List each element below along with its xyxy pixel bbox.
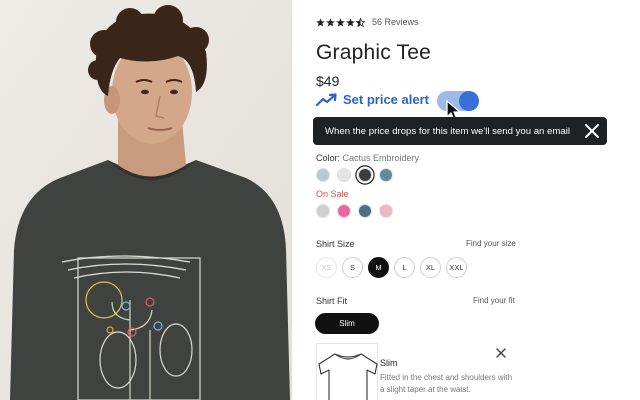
size-option-m[interactable]: M	[368, 257, 389, 278]
color-label-text: Color:	[316, 153, 341, 163]
color-swatch-light-blue[interactable]	[316, 168, 330, 182]
color-value: Cactus Embroidery	[342, 153, 420, 163]
fit-card-title: Slim	[380, 358, 398, 368]
reviews-link[interactable]: 56 Reviews	[372, 17, 419, 27]
close-icon[interactable]	[584, 123, 600, 139]
sale-color-swatches	[316, 204, 393, 218]
fit-label: Shirt Fit	[316, 296, 348, 306]
fit-thumbnail	[316, 343, 378, 400]
rating-summary[interactable]: 56 Reviews	[316, 17, 419, 27]
find-size-link[interactable]: Find your size	[466, 239, 516, 248]
color-swatch-light-grey[interactable]	[337, 168, 351, 182]
product-title: Graphic Tee	[316, 41, 432, 64]
fit-info-card: Slim Fitted in the chest and shoulders w…	[316, 343, 516, 400]
model-illustration	[0, 0, 292, 400]
color-swatch-pink[interactable]	[379, 204, 393, 218]
color-swatch-charcoal[interactable]	[358, 168, 372, 182]
product-photo	[0, 0, 292, 400]
size-option-xl[interactable]: XL	[420, 257, 441, 278]
tshirt-outline-icon	[318, 353, 378, 400]
star-icon	[336, 17, 345, 27]
color-swatch-pink-floral[interactable]	[337, 204, 351, 218]
size-options: XS S M L XL XXL	[316, 257, 467, 278]
fit-card-description: Fitted in the chest and shoulders with a…	[380, 373, 513, 394]
color-label: Color: Cactus Embroidery	[316, 153, 419, 163]
star-icon	[346, 17, 355, 27]
toggle-knob	[459, 91, 479, 111]
rating-stars	[316, 17, 365, 27]
color-swatches	[316, 168, 393, 182]
size-option-s[interactable]: S	[342, 257, 363, 278]
product-price: $49	[316, 73, 340, 89]
trending-up-icon	[316, 92, 337, 106]
color-swatch-blue-print[interactable]	[358, 204, 372, 218]
star-icon	[316, 17, 325, 27]
color-swatch-teal[interactable]	[379, 168, 393, 182]
size-option-l[interactable]: L	[394, 257, 415, 278]
size-option-xs[interactable]: XS	[316, 257, 337, 278]
size-label: Shirt Size	[316, 239, 355, 249]
find-fit-link[interactable]: Find your fit	[473, 296, 515, 305]
half-star-icon	[356, 17, 365, 27]
size-option-xxl[interactable]: XXL	[446, 257, 467, 278]
fit-option-slim[interactable]: Slim	[315, 313, 379, 334]
tooltip-text: When the price drops for this item we'll…	[325, 125, 570, 137]
price-alert-tooltip: When the price drops for this item we'll…	[313, 117, 607, 145]
on-sale-label: On Sale	[316, 189, 349, 199]
close-icon[interactable]	[495, 347, 507, 359]
product-details-panel: 56 Reviews Graphic Tee $49 Set price ale…	[292, 0, 640, 400]
color-swatch-tie-dye-grey[interactable]	[316, 204, 330, 218]
price-alert-label[interactable]: Set price alert	[343, 92, 429, 107]
star-icon	[326, 17, 335, 27]
price-alert-row[interactable]: Set price alert	[316, 92, 429, 107]
